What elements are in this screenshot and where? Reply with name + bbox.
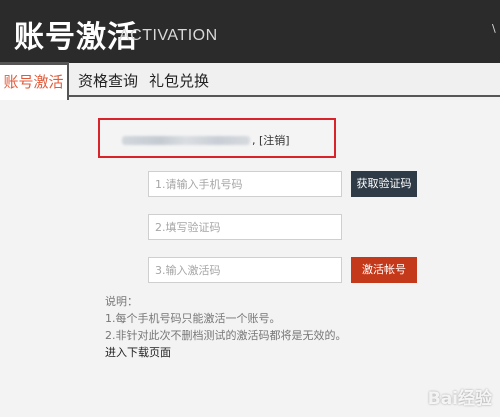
phone-input[interactable] <box>148 171 342 197</box>
activate-account-button[interactable]: 激活帐号 <box>351 257 417 283</box>
verification-code-input[interactable] <box>148 214 342 240</box>
logged-in-account-box: , [注销] <box>98 118 336 158</box>
get-code-button[interactable]: 获取验证码 <box>351 171 417 197</box>
tab-divider <box>69 95 500 97</box>
tab-account-activation[interactable]: 账号激活 <box>0 62 69 100</box>
baidu-jingyan-watermark: Bai经验 <box>428 384 492 409</box>
instruction-item: 2.非针对此次不删档测试的激活码都将是无效的。 <box>105 329 347 342</box>
header-corner-text: \ <box>492 22 496 35</box>
activation-code-input[interactable] <box>148 257 342 283</box>
download-page-link[interactable]: 进入下载页面 <box>105 344 347 361</box>
watermark-text: Bai经验 <box>427 389 492 409</box>
page-subtitle: ACTIVATION <box>119 27 218 44</box>
masked-account-name <box>122 136 250 145</box>
instructions-label: 说明： <box>105 295 138 308</box>
instruction-item: 1.每个手机号码只能激活一个账号。 <box>105 312 281 325</box>
header-bar: 账号激活 ACTIVATION \ <box>0 0 500 63</box>
instructions: 说明： 1.每个手机号码只能激活一个账号。 2.非针对此次不删档测试的激活码都将… <box>105 293 347 361</box>
logout-link[interactable]: , [注销] <box>252 132 290 148</box>
